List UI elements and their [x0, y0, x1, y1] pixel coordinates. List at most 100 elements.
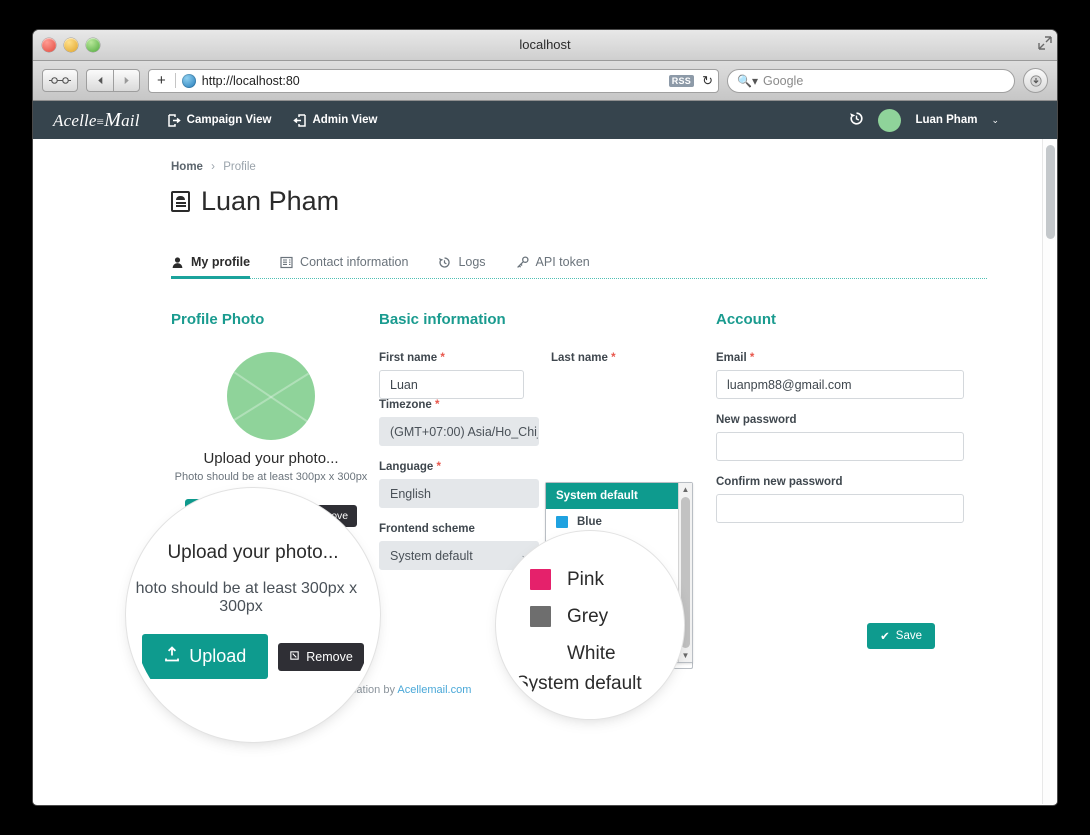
color-swatch-blue [556, 516, 568, 528]
confirm-password-field-group: Confirm new password [716, 476, 964, 523]
breadcrumb: Home › Profile [171, 161, 987, 173]
new-tab-icon[interactable]: + [154, 72, 169, 89]
language-select[interactable]: English [379, 479, 539, 508]
profile-photo-title: Profile Photo [171, 311, 265, 328]
tab-my-profile[interactable]: My profile [171, 255, 251, 279]
color-swatch-pink [530, 569, 551, 590]
save-button[interactable]: ✔ Save [867, 623, 935, 649]
timezone-field-group: Timezone * (GMT+07:00) Asia/Ho_Chi_Minh [379, 399, 539, 446]
browser-window: localhost + http://localhost:80 RSS ↻ 🔍▾… [33, 30, 1057, 805]
search-input[interactable]: 🔍▾ Google [727, 68, 1015, 93]
contact-card-icon [280, 256, 293, 269]
required-mark: * [749, 352, 755, 364]
magnified-selected-value: System default [516, 673, 642, 694]
nav-admin-view[interactable]: Admin View [293, 113, 377, 127]
nav-campaign-view-label: Campaign View [186, 114, 272, 126]
new-password-label: New password [716, 414, 797, 426]
scroll-up-icon[interactable]: ▲ [682, 483, 690, 496]
breadcrumb-home[interactable]: Home [171, 161, 203, 173]
breadcrumb-current: Profile [223, 161, 256, 173]
first-name-input[interactable]: Luan [379, 370, 524, 399]
required-mark: * [436, 461, 441, 473]
breadcrumb-separator: › [211, 161, 215, 173]
magnified-option-grey[interactable]: Grey [530, 598, 678, 635]
screenshot-root: localhost + http://localhost:80 RSS ↻ 🔍▾… [0, 0, 1090, 835]
timezone-label: Timezone * [379, 399, 440, 411]
magnified-upload-label: Upload [189, 646, 247, 666]
address-bar[interactable]: + http://localhost:80 RSS ↻ [148, 68, 719, 93]
profile-avatar[interactable] [227, 352, 315, 440]
tab-logs[interactable]: Logs [438, 255, 486, 278]
user-card-icon [171, 191, 190, 212]
color-swatch-white [530, 643, 551, 664]
forward-arrow-icon[interactable] [113, 69, 140, 92]
magnified-remove-button[interactable]: Remove [278, 642, 364, 671]
app-nav: Campaign View Admin View [167, 113, 377, 127]
browser-toolbar: + http://localhost:80 RSS ↻ 🔍▾ Google [33, 61, 1057, 101]
window-title: localhost [519, 37, 571, 52]
dropdown-option-system-default[interactable]: System default [546, 483, 678, 509]
magnified-option-white[interactable]: White [530, 635, 678, 672]
dropdown-option-blue[interactable]: Blue [546, 509, 678, 535]
first-name-field-group: First name * Luan [379, 352, 524, 399]
email-label: Email * [716, 352, 755, 364]
magnified-option-label: Pink [567, 568, 604, 590]
tab-contact-information[interactable]: Contact information [280, 255, 408, 278]
magnified-option-label: Grey [567, 605, 609, 627]
tab-api-token[interactable]: API token [516, 255, 590, 278]
new-password-field-group: New password [716, 414, 964, 461]
last-name-field-group: Last name * [551, 352, 696, 399]
avatar[interactable] [878, 108, 902, 132]
browser-titlebar: localhost [33, 30, 1057, 61]
last-name-label: Last name * [551, 352, 616, 364]
first-name-label: First name * [379, 352, 445, 364]
basic-information-title: Basic information [379, 311, 506, 328]
downloads-icon[interactable] [1023, 68, 1048, 93]
magnified-upload-heading: Upload your photo... [167, 542, 339, 563]
resize-corner-icon[interactable] [1038, 36, 1052, 50]
scroll-down-icon[interactable]: ▼ [682, 649, 690, 662]
campaign-view-icon [167, 113, 181, 127]
rss-badge[interactable]: RSS [668, 74, 695, 87]
tab-logs-label: Logs [458, 255, 486, 269]
page-title-text: Luan Pham [201, 186, 340, 216]
check-icon: ✔ [880, 631, 890, 643]
confirm-password-field[interactable] [716, 494, 964, 523]
chevron-down-icon[interactable]: ⌄ [991, 115, 999, 126]
dropdown-option-label: Blue [577, 516, 602, 528]
account-title: Account [716, 311, 776, 328]
email-field[interactable]: luanpm88@gmail.com [716, 370, 964, 399]
app-logo[interactable]: Acelle≡Mail [53, 109, 140, 132]
language-field-group: Language * English [379, 461, 539, 508]
new-password-field[interactable] [716, 432, 964, 461]
sidebar-toggle-icon[interactable] [42, 69, 78, 92]
history-icon[interactable] [849, 111, 864, 129]
magnifier-content-upload: Upload your photo... Photo should be at … [132, 494, 374, 736]
history-clock-icon [438, 256, 451, 269]
page-scrollbar[interactable] [1042, 139, 1057, 804]
tab-my-profile-label: My profile [191, 255, 251, 269]
magnified-option-pink[interactable]: Pink [530, 561, 678, 598]
magnifier-lens-upload: Upload your photo... Photo should be at … [132, 494, 374, 736]
footer-link[interactable]: Acellemail.com [397, 684, 471, 696]
back-arrow-icon[interactable] [86, 69, 113, 92]
upload-subtext: Photo should be at least 300px x 300px [174, 471, 368, 483]
dropdown-scrollbar[interactable]: ▲ ▼ [678, 483, 692, 662]
nav-campaign-view[interactable]: Campaign View [167, 113, 272, 127]
tab-bar: My profile Contact information Logs API … [171, 255, 987, 279]
page-content: Home › Profile Luan Pham My profile Cont… [33, 139, 1057, 804]
required-mark: * [611, 352, 616, 364]
frontend-scheme-label: Frontend scheme [379, 523, 475, 535]
magnified-upload-button[interactable]: Upload [142, 634, 269, 679]
search-icon: 🔍▾ [737, 73, 758, 88]
scrollbar-thumb[interactable] [681, 497, 690, 648]
user-menu-label[interactable]: Luan Pham [915, 114, 977, 126]
email-field-group: Email * luanpm88@gmail.com [716, 352, 964, 399]
navigation-buttons [86, 69, 140, 92]
reload-icon[interactable]: ↻ [700, 73, 713, 89]
confirm-password-label: Confirm new password [716, 476, 843, 488]
magnified-remove-label: Remove [306, 649, 353, 664]
page-scrollbar-thumb[interactable] [1046, 145, 1055, 239]
timezone-select[interactable]: (GMT+07:00) Asia/Ho_Chi_Minh [379, 417, 539, 446]
save-button-label: Save [895, 630, 922, 642]
